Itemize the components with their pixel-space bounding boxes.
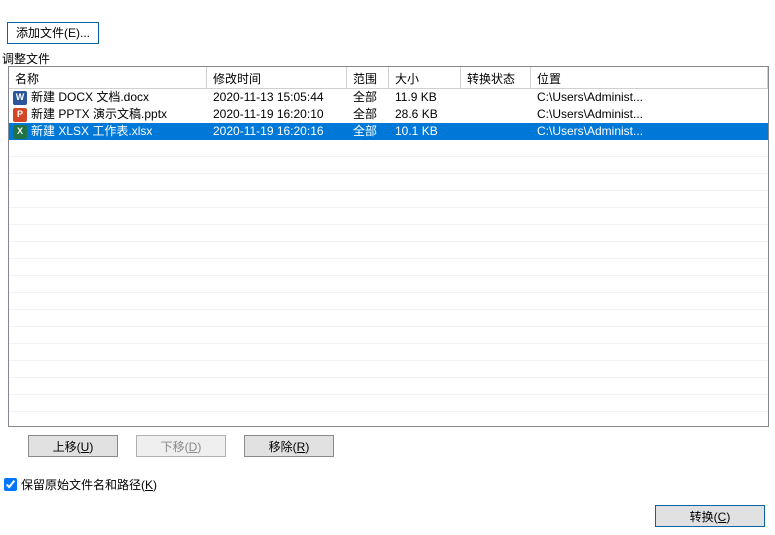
convert-label: 转换(C): [690, 510, 731, 524]
remove-label: 移除(R): [269, 440, 310, 454]
file-location: C:\Users\Administ...: [531, 106, 768, 123]
empty-row: [9, 225, 768, 242]
file-status: [461, 106, 531, 123]
file-name: 新建 DOCX 文档.docx: [31, 89, 149, 106]
file-size: 28.6 KB: [389, 106, 461, 123]
col-header-range[interactable]: 范围: [347, 67, 389, 88]
empty-row: [9, 310, 768, 327]
empty-row: [9, 242, 768, 259]
empty-row: [9, 140, 768, 157]
file-name: 新建 PPTX 演示文稿.pptx: [31, 106, 167, 123]
reorder-buttons: 上移(U) 下移(D) 移除(R): [28, 435, 334, 457]
file-range: 全部: [347, 123, 389, 140]
col-header-modified[interactable]: 修改时间: [207, 67, 347, 88]
empty-row: [9, 378, 768, 395]
move-down-button: 下移(D): [136, 435, 226, 457]
empty-row: [9, 395, 768, 412]
file-modified: 2020-11-19 16:20:16: [207, 123, 347, 140]
move-up-button[interactable]: 上移(U): [28, 435, 118, 457]
keep-original-label: 保留原始文件名和路径(K): [21, 476, 157, 493]
docx-icon: W: [13, 91, 27, 105]
convert-button[interactable]: 转换(C): [655, 505, 765, 527]
xlsx-icon: X: [13, 125, 27, 139]
keep-original-checkbox[interactable]: [4, 478, 17, 491]
col-header-status[interactable]: 转换状态: [461, 67, 531, 88]
empty-row: [9, 174, 768, 191]
file-table: 名称 修改时间 范围 大小 转换状态 位置 W 新建 DOCX 文档.docx 20…: [8, 66, 769, 427]
empty-row: [9, 361, 768, 378]
col-header-size[interactable]: 大小: [389, 67, 461, 88]
empty-row: [9, 157, 768, 174]
col-header-name[interactable]: 名称: [9, 67, 207, 88]
move-up-label: 上移(U): [53, 440, 94, 454]
file-range: 全部: [347, 89, 389, 106]
adjust-files-label: 调整文件: [2, 50, 50, 67]
empty-row: [9, 327, 768, 344]
table-row[interactable]: X 新建 XLSX 工作表.xlsx 2020-11-19 16:20:16全部10…: [9, 123, 768, 140]
empty-row: [9, 293, 768, 310]
empty-row: [9, 412, 768, 427]
file-range: 全部: [347, 106, 389, 123]
remove-button[interactable]: 移除(R): [244, 435, 334, 457]
file-name: 新建 XLSX 工作表.xlsx: [31, 123, 152, 140]
empty-row: [9, 344, 768, 361]
table-body: W 新建 DOCX 文档.docx 2020-11-13 15:05:44全部11.…: [9, 89, 768, 427]
file-size: 10.1 KB: [389, 123, 461, 140]
add-file-button[interactable]: 添加文件(E)...: [7, 22, 99, 44]
empty-row: [9, 276, 768, 293]
move-down-label: 下移(D): [161, 440, 202, 454]
file-location: C:\Users\Administ...: [531, 89, 768, 106]
empty-row: [9, 259, 768, 276]
pptx-icon: P: [13, 108, 27, 122]
file-location: C:\Users\Administ...: [531, 123, 768, 140]
table-header: 名称 修改时间 范围 大小 转换状态 位置: [9, 67, 768, 89]
file-modified: 2020-11-19 16:20:10: [207, 106, 347, 123]
table-row[interactable]: W 新建 DOCX 文档.docx 2020-11-13 15:05:44全部11.…: [9, 89, 768, 106]
empty-row: [9, 191, 768, 208]
keep-original-row[interactable]: 保留原始文件名和路径(K): [0, 475, 157, 494]
col-header-location[interactable]: 位置: [531, 67, 768, 88]
file-status: [461, 123, 531, 140]
empty-row: [9, 208, 768, 225]
table-row[interactable]: P 新建 PPTX 演示文稿.pptx 2020-11-19 16:20:10全部2…: [9, 106, 768, 123]
file-status: [461, 89, 531, 106]
file-modified: 2020-11-13 15:05:44: [207, 89, 347, 106]
file-size: 11.9 KB: [389, 89, 461, 106]
